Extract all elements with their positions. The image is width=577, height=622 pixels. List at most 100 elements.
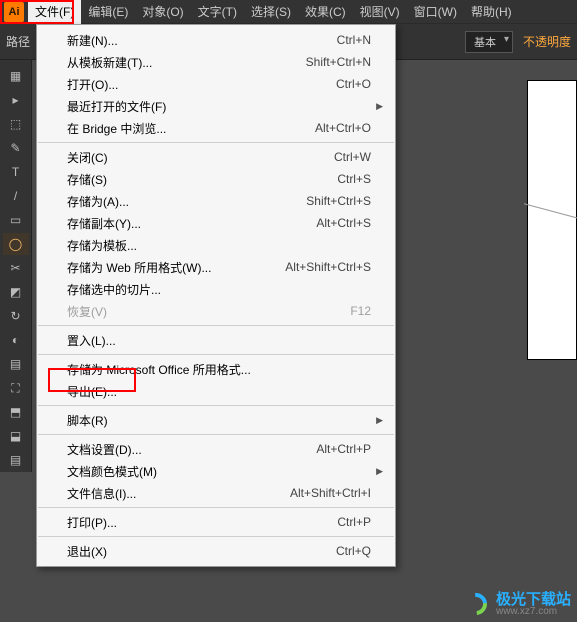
menu-item-label: 存储副本(Y)...: [67, 215, 316, 232]
menu-view[interactable]: 视图(V): [353, 0, 407, 24]
tool-width[interactable]: ◐: [3, 329, 29, 351]
menu-item-label: 文档颜色模式(M): [67, 463, 371, 480]
tool-mesh[interactable]: ⬓: [3, 425, 29, 447]
menu-item-10[interactable]: 存储为模板...: [37, 234, 395, 256]
menu-help[interactable]: 帮助(H): [464, 0, 519, 24]
menu-item-28[interactable]: 退出(X)Ctrl+Q: [37, 540, 395, 562]
tool-scissors[interactable]: ✂: [3, 257, 29, 279]
tool-panel: ▦ ▸ ⬚ ✎ T / ▭ ◯ ✂ ◩ ↻ ◐ ▤ ⛶ ⬒ ⬓ ▤: [0, 60, 32, 472]
tool-line[interactable]: /: [3, 185, 29, 207]
menu-item-label: 文件信息(I)...: [67, 485, 290, 502]
menu-effect[interactable]: 效果(C): [298, 0, 353, 24]
menu-item-label: 关闭(C): [67, 149, 334, 166]
menu-separator: [38, 536, 394, 537]
menu-item-label: 打开(O)...: [67, 76, 336, 93]
tool-direct-select[interactable]: ▸: [3, 89, 29, 111]
menu-object[interactable]: 对象(O): [135, 0, 190, 24]
menu-item-shortcut: Alt+Ctrl+S: [316, 216, 371, 230]
tool-pen[interactable]: ✎: [3, 137, 29, 159]
menu-item-shortcut: Alt+Ctrl+P: [316, 442, 371, 456]
menu-item-8[interactable]: 存储为(A)...Shift+Ctrl+S: [37, 190, 395, 212]
menubar: Ai 文件(F) 编辑(E) 对象(O) 文字(T) 选择(S) 效果(C) 视…: [0, 0, 577, 24]
menu-select[interactable]: 选择(S): [244, 0, 298, 24]
menu-item-label: 存储为 Microsoft Office 所用格式...: [67, 361, 371, 378]
path-line: [524, 203, 577, 219]
path-label: 路径: [6, 33, 30, 50]
menu-item-shortcut: F12: [350, 304, 371, 318]
menu-separator: [38, 142, 394, 143]
menu-item-shortcut: Ctrl+N: [337, 33, 371, 47]
tool-rotate[interactable]: ◩: [3, 281, 29, 303]
artboard: [527, 80, 577, 360]
menu-item-label: 恢复(V): [67, 303, 350, 320]
watermark-url: www.xz7.com: [496, 607, 571, 617]
menu-edit[interactable]: 编辑(E): [81, 0, 135, 24]
menu-item-13: 恢复(V)F12: [37, 300, 395, 322]
menu-item-label: 脚本(R): [67, 412, 371, 429]
menu-item-label: 在 Bridge 中浏览...: [67, 120, 315, 137]
tool-perspective[interactable]: ⬒: [3, 401, 29, 423]
tool-free-transform[interactable]: ▤: [3, 353, 29, 375]
menu-item-22[interactable]: 文档设置(D)...Alt+Ctrl+P: [37, 438, 395, 460]
tool-gradient[interactable]: ▤: [3, 449, 29, 471]
menu-item-15[interactable]: 置入(L)...: [37, 329, 395, 351]
menu-item-shortcut: Ctrl+S: [337, 172, 371, 186]
menu-item-12[interactable]: 存储选中的切片...: [37, 278, 395, 300]
menu-item-6[interactable]: 关闭(C)Ctrl+W: [37, 146, 395, 168]
menu-item-label: 存储(S): [67, 171, 337, 188]
menu-item-label: 打印(P)...: [67, 514, 337, 531]
menu-item-23[interactable]: 文档颜色模式(M): [37, 460, 395, 482]
menu-item-9[interactable]: 存储副本(Y)...Alt+Ctrl+S: [37, 212, 395, 234]
menu-item-label: 存储为(A)...: [67, 193, 306, 210]
menu-item-24[interactable]: 文件信息(I)...Alt+Shift+Ctrl+I: [37, 482, 395, 504]
tool-scale[interactable]: ↻: [3, 305, 29, 327]
menu-item-label: 退出(X): [67, 543, 336, 560]
menu-item-2[interactable]: 打开(O)...Ctrl+O: [37, 73, 395, 95]
style-dropdown[interactable]: 基本: [465, 31, 513, 53]
menu-item-7[interactable]: 存储(S)Ctrl+S: [37, 168, 395, 190]
menu-item-shortcut: Alt+Shift+Ctrl+I: [290, 486, 371, 500]
menu-item-label: 存储为模板...: [67, 237, 371, 254]
watermark-logo-icon: [462, 590, 490, 618]
menu-item-11[interactable]: 存储为 Web 所用格式(W)...Alt+Shift+Ctrl+S: [37, 256, 395, 278]
menu-item-3[interactable]: 最近打开的文件(F): [37, 95, 395, 117]
menu-item-label: 文档设置(D)...: [67, 441, 316, 458]
menu-item-label: 置入(L)...: [67, 332, 371, 349]
menu-separator: [38, 325, 394, 326]
tool-rectangle[interactable]: ▭: [3, 209, 29, 231]
menu-item-label: 新建(N)...: [67, 32, 337, 49]
watermark: 极光下载站 www.xz7.com: [462, 590, 571, 618]
menu-window[interactable]: 窗口(W): [407, 0, 464, 24]
menu-item-label: 存储选中的切片...: [67, 281, 371, 298]
menu-type[interactable]: 文字(T): [191, 0, 244, 24]
file-menu-dropdown: 新建(N)...Ctrl+N从模板新建(T)...Shift+Ctrl+N打开(…: [36, 24, 396, 567]
menu-item-18[interactable]: 导出(E)...: [37, 380, 395, 402]
menu-separator: [38, 405, 394, 406]
tool-brush[interactable]: ◯: [3, 233, 29, 255]
menu-item-shortcut: Ctrl+O: [336, 77, 371, 91]
menu-item-20[interactable]: 脚本(R): [37, 409, 395, 431]
tool-wand[interactable]: ⬚: [3, 113, 29, 135]
app-icon: Ai: [4, 2, 24, 22]
menu-item-shortcut: Alt+Shift+Ctrl+S: [285, 260, 371, 274]
tool-selection[interactable]: ▦: [3, 65, 29, 87]
menu-item-shortcut: Shift+Ctrl+S: [306, 194, 371, 208]
menu-item-label: 最近打开的文件(F): [67, 98, 371, 115]
menu-item-4[interactable]: 在 Bridge 中浏览...Alt+Ctrl+O: [37, 117, 395, 139]
menu-item-1[interactable]: 从模板新建(T)...Shift+Ctrl+N: [37, 51, 395, 73]
menu-item-17[interactable]: 存储为 Microsoft Office 所用格式...: [37, 358, 395, 380]
menu-file[interactable]: 文件(F): [28, 0, 81, 24]
menu-item-label: 存储为 Web 所用格式(W)...: [67, 259, 285, 276]
menu-item-shortcut: Ctrl+W: [334, 150, 371, 164]
menu-item-shortcut: Alt+Ctrl+O: [315, 121, 371, 135]
menu-item-26[interactable]: 打印(P)...Ctrl+P: [37, 511, 395, 533]
menu-item-shortcut: Ctrl+P: [337, 515, 371, 529]
menu-separator: [38, 434, 394, 435]
menu-item-shortcut: Shift+Ctrl+N: [306, 55, 371, 69]
menu-item-0[interactable]: 新建(N)...Ctrl+N: [37, 29, 395, 51]
menu-item-label: 导出(E)...: [67, 383, 371, 400]
menu-item-label: 从模板新建(T)...: [67, 54, 306, 71]
tool-shape-builder[interactable]: ⛶: [3, 377, 29, 399]
opacity-label: 不透明度: [523, 33, 571, 50]
tool-type[interactable]: T: [3, 161, 29, 183]
